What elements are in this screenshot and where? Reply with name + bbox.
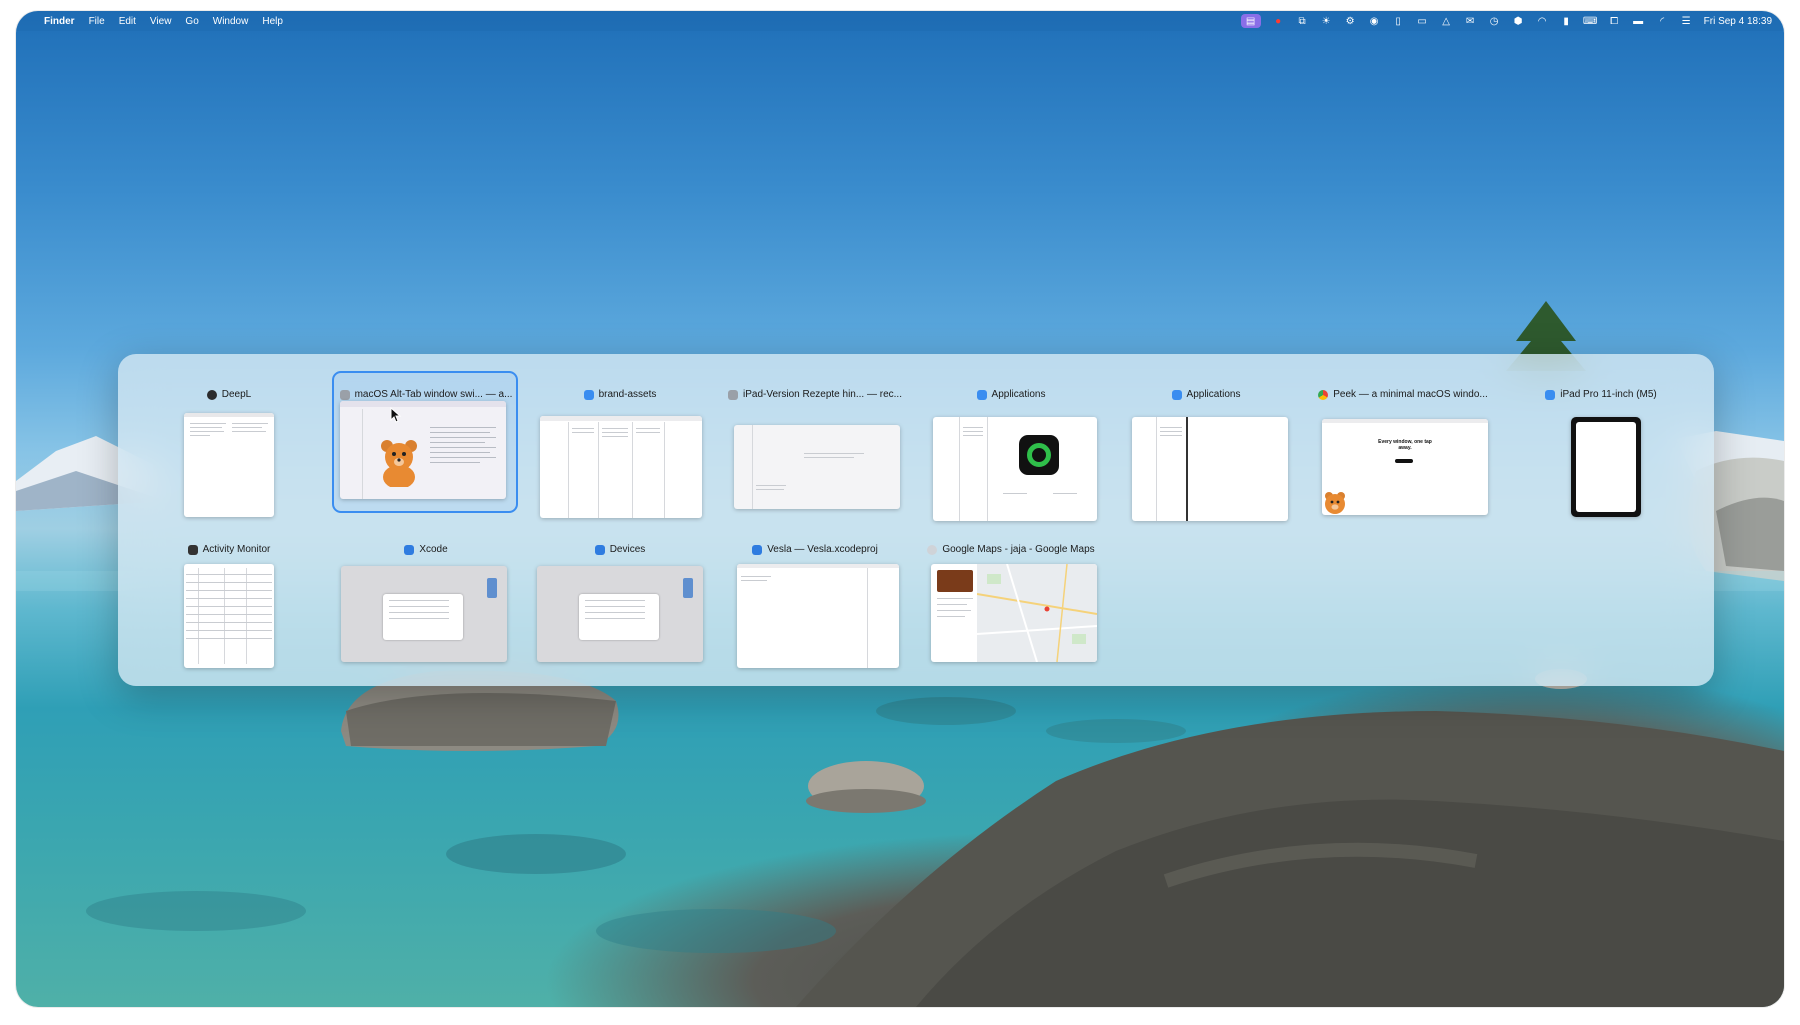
bear-mascot-icon <box>381 440 417 487</box>
simulator-icon <box>1545 389 1556 400</box>
window-tile-peek[interactable]: Peek — a minimal macOS windo... Every wi… <box>1310 371 1496 515</box>
window-thumbnail <box>734 425 900 509</box>
deepl-icon <box>206 389 217 400</box>
tile-title: brand-assets <box>598 389 657 400</box>
timer-icon[interactable]: ◷ <box>1488 16 1501 27</box>
shield-icon[interactable]: ⬢ <box>1512 16 1525 27</box>
window-thumbnail <box>537 566 703 662</box>
battery-icon[interactable]: ▬ <box>1632 16 1645 27</box>
window-thumbnail <box>184 413 274 517</box>
window-thumbnail <box>341 566 507 662</box>
tile-title: DeepL <box>221 389 252 400</box>
bear-mascot-icon <box>1325 492 1345 514</box>
window-tile-activity-monitor[interactable]: Activity Monitor <box>136 526 322 668</box>
brightness-icon[interactable]: ☀ <box>1320 16 1333 27</box>
activity-monitor-icon <box>187 544 198 555</box>
desktop: Finder File Edit View Go Window Help ▤ ●… <box>16 11 1784 1007</box>
tile-title: Google Maps - jaja - Google Maps <box>942 544 1095 555</box>
menu-file[interactable]: File <box>89 16 105 27</box>
window-tile-ipad-version-rezepte[interactable]: iPad-Version Rezepte hin... — rec... <box>722 371 908 511</box>
menu-help[interactable]: Help <box>262 16 283 27</box>
tile-title: iPad-Version Rezepte hin... — rec... <box>743 389 902 400</box>
tile-title: Applications <box>1186 389 1241 400</box>
window-tile-applications-1[interactable]: Applications <box>918 371 1104 521</box>
window-tile-alt-tab[interactable]: macOS Alt-Tab window swi... — a... <box>332 371 519 513</box>
settings-icon[interactable]: ⚙ <box>1344 16 1357 27</box>
window-thumbnail: Every window, one tap away. <box>1322 419 1488 515</box>
tile-title: iPad Pro 11-inch (M5) <box>1560 389 1657 400</box>
document-icon[interactable]: ▭ <box>1416 16 1429 27</box>
window-thumbnail <box>931 564 1097 662</box>
finder-icon <box>1171 389 1182 400</box>
tile-title: Applications <box>991 389 1046 400</box>
app-icon-preview <box>1019 435 1059 475</box>
drive-icon[interactable]: △ <box>1440 16 1453 27</box>
window-tile-applications-2[interactable]: Applications <box>1113 371 1299 521</box>
screen-mirror-icon[interactable]: ⧠ <box>1608 16 1621 27</box>
window-thumbnail <box>184 564 274 668</box>
window-tile-vesla[interactable]: Vesla — Vesla.xcodeproj <box>722 526 908 668</box>
chrome-icon <box>927 544 938 555</box>
window-tile-deepl[interactable]: DeepL <box>136 371 322 517</box>
tile-title: Xcode <box>419 544 448 555</box>
menu-go[interactable]: Go <box>185 16 198 27</box>
airdrop-icon[interactable]: ◠ <box>1536 16 1549 27</box>
map-roads <box>977 564 1097 662</box>
tile-title: Activity Monitor <box>202 544 271 555</box>
window-tile-brand-assets[interactable]: brand-assets <box>527 371 713 518</box>
window-thumbnail <box>540 416 702 518</box>
window-thumbnail <box>933 417 1097 521</box>
menubar-clock[interactable]: Fri Sep 4 18:39 <box>1704 16 1772 27</box>
window-thumbnail <box>737 564 899 668</box>
tile-title: Peek — a minimal macOS windo... <box>1333 389 1488 400</box>
chrome-icon <box>1318 389 1329 400</box>
window-thumbnail <box>340 401 506 499</box>
peek-menubar-icon[interactable]: ▤ <box>1240 14 1261 28</box>
tile-title: Devices <box>609 544 646 555</box>
menu-window[interactable]: Window <box>213 16 249 27</box>
control-center-icon[interactable]: ☰ <box>1680 16 1693 27</box>
tile-title: macOS Alt-Tab window swi... — a... <box>354 389 513 400</box>
record-icon[interactable]: ● <box>1272 16 1285 27</box>
clipboard-icon[interactable]: ▯ <box>1392 16 1405 27</box>
peek-hero-text: Every window, one tap away. <box>1378 439 1432 451</box>
menu-view[interactable]: View <box>150 16 172 27</box>
browser-icon <box>339 389 350 400</box>
window-tile-xcode[interactable]: Xcode <box>333 526 519 666</box>
tile-title: Vesla — Vesla.xcodeproj <box>767 544 878 555</box>
keyboard-icon[interactable]: ⌨ <box>1583 16 1597 27</box>
mouse-cursor <box>390 407 402 423</box>
window-thumbnail <box>1132 417 1288 521</box>
menu-app-name[interactable]: Finder <box>44 16 75 27</box>
xcode-icon <box>752 544 763 555</box>
finder-icon <box>976 389 987 400</box>
phone-icon[interactable]: ▮ <box>1560 16 1573 27</box>
window-switcher-panel: DeepL macOS Alt-Tab window swi... — a... <box>118 354 1714 686</box>
browser-icon <box>728 389 739 400</box>
window-thumbnail <box>1571 417 1641 517</box>
menu-edit[interactable]: Edit <box>119 16 136 27</box>
mail-icon[interactable]: ✉ <box>1464 16 1477 27</box>
window-tile-devices[interactable]: Devices <box>527 526 713 666</box>
wifi-icon[interactable]: ◜ <box>1656 16 1669 27</box>
window-tile-ipad-pro[interactable]: iPad Pro 11-inch (M5) <box>1508 371 1694 517</box>
xcode-icon <box>404 544 415 555</box>
eye-icon[interactable]: ◉ <box>1368 16 1381 27</box>
window-tile-google-maps[interactable]: Google Maps - jaja - Google Maps <box>918 526 1104 666</box>
xcode-icon <box>594 544 605 555</box>
menu-bar: Finder File Edit View Go Window Help ▤ ●… <box>16 11 1784 31</box>
finder-icon <box>583 389 594 400</box>
windows-icon[interactable]: ⧉ <box>1296 16 1309 27</box>
